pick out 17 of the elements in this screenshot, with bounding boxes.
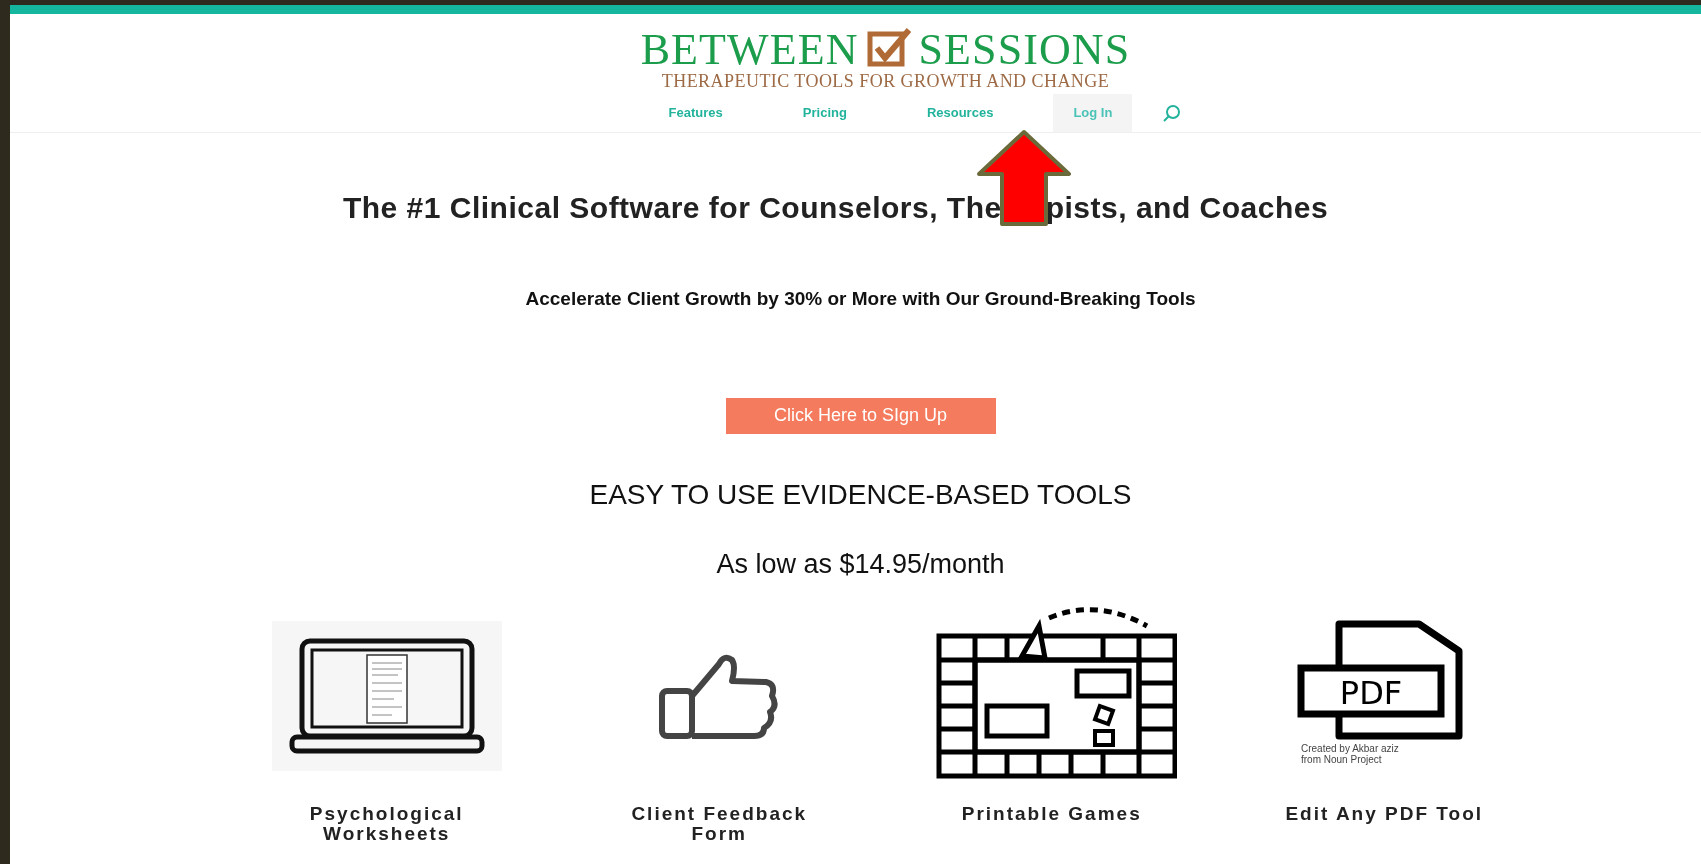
nav-link[interactable]: Pricing — [782, 94, 867, 132]
subheadline: Accelerate Client Growth by 30% or More with Our Ground-Breaking Tools — [524, 287, 1196, 311]
tool-label: Edit Any PDF Tool — [1284, 804, 1485, 824]
tool-label: Printable Games — [960, 804, 1143, 824]
headline: pists, and Coaches — [1045, 190, 1329, 226]
signup-button[interactable]: Click Here to SIgn Up — [725, 397, 996, 434]
section-title: EASY TO USE EVIDENCE-BASED TOOLS — [589, 477, 1132, 512]
price-text: As low as $14.95/month — [716, 547, 1005, 581]
nav-link[interactable]: Log In — [1053, 94, 1133, 132]
tool-label: Psychological Worksheets — [308, 804, 465, 844]
nav-link[interactable]: Features — [648, 94, 743, 132]
logo[interactable]: BETWEEN SESSIONS THERAPEUTIC TOOLS FOR GROWTH AND CHANGE — [580, 28, 1131, 90]
nav-link[interactable]: Resources — [906, 94, 1014, 132]
tool-label: Client Feedback Form — [630, 804, 809, 844]
search-icon[interactable] — [1162, 104, 1183, 122]
laptop-icon — [271, 621, 502, 771]
headline: The #1 Clinical Software for Counselors, The — [342, 190, 1002, 226]
